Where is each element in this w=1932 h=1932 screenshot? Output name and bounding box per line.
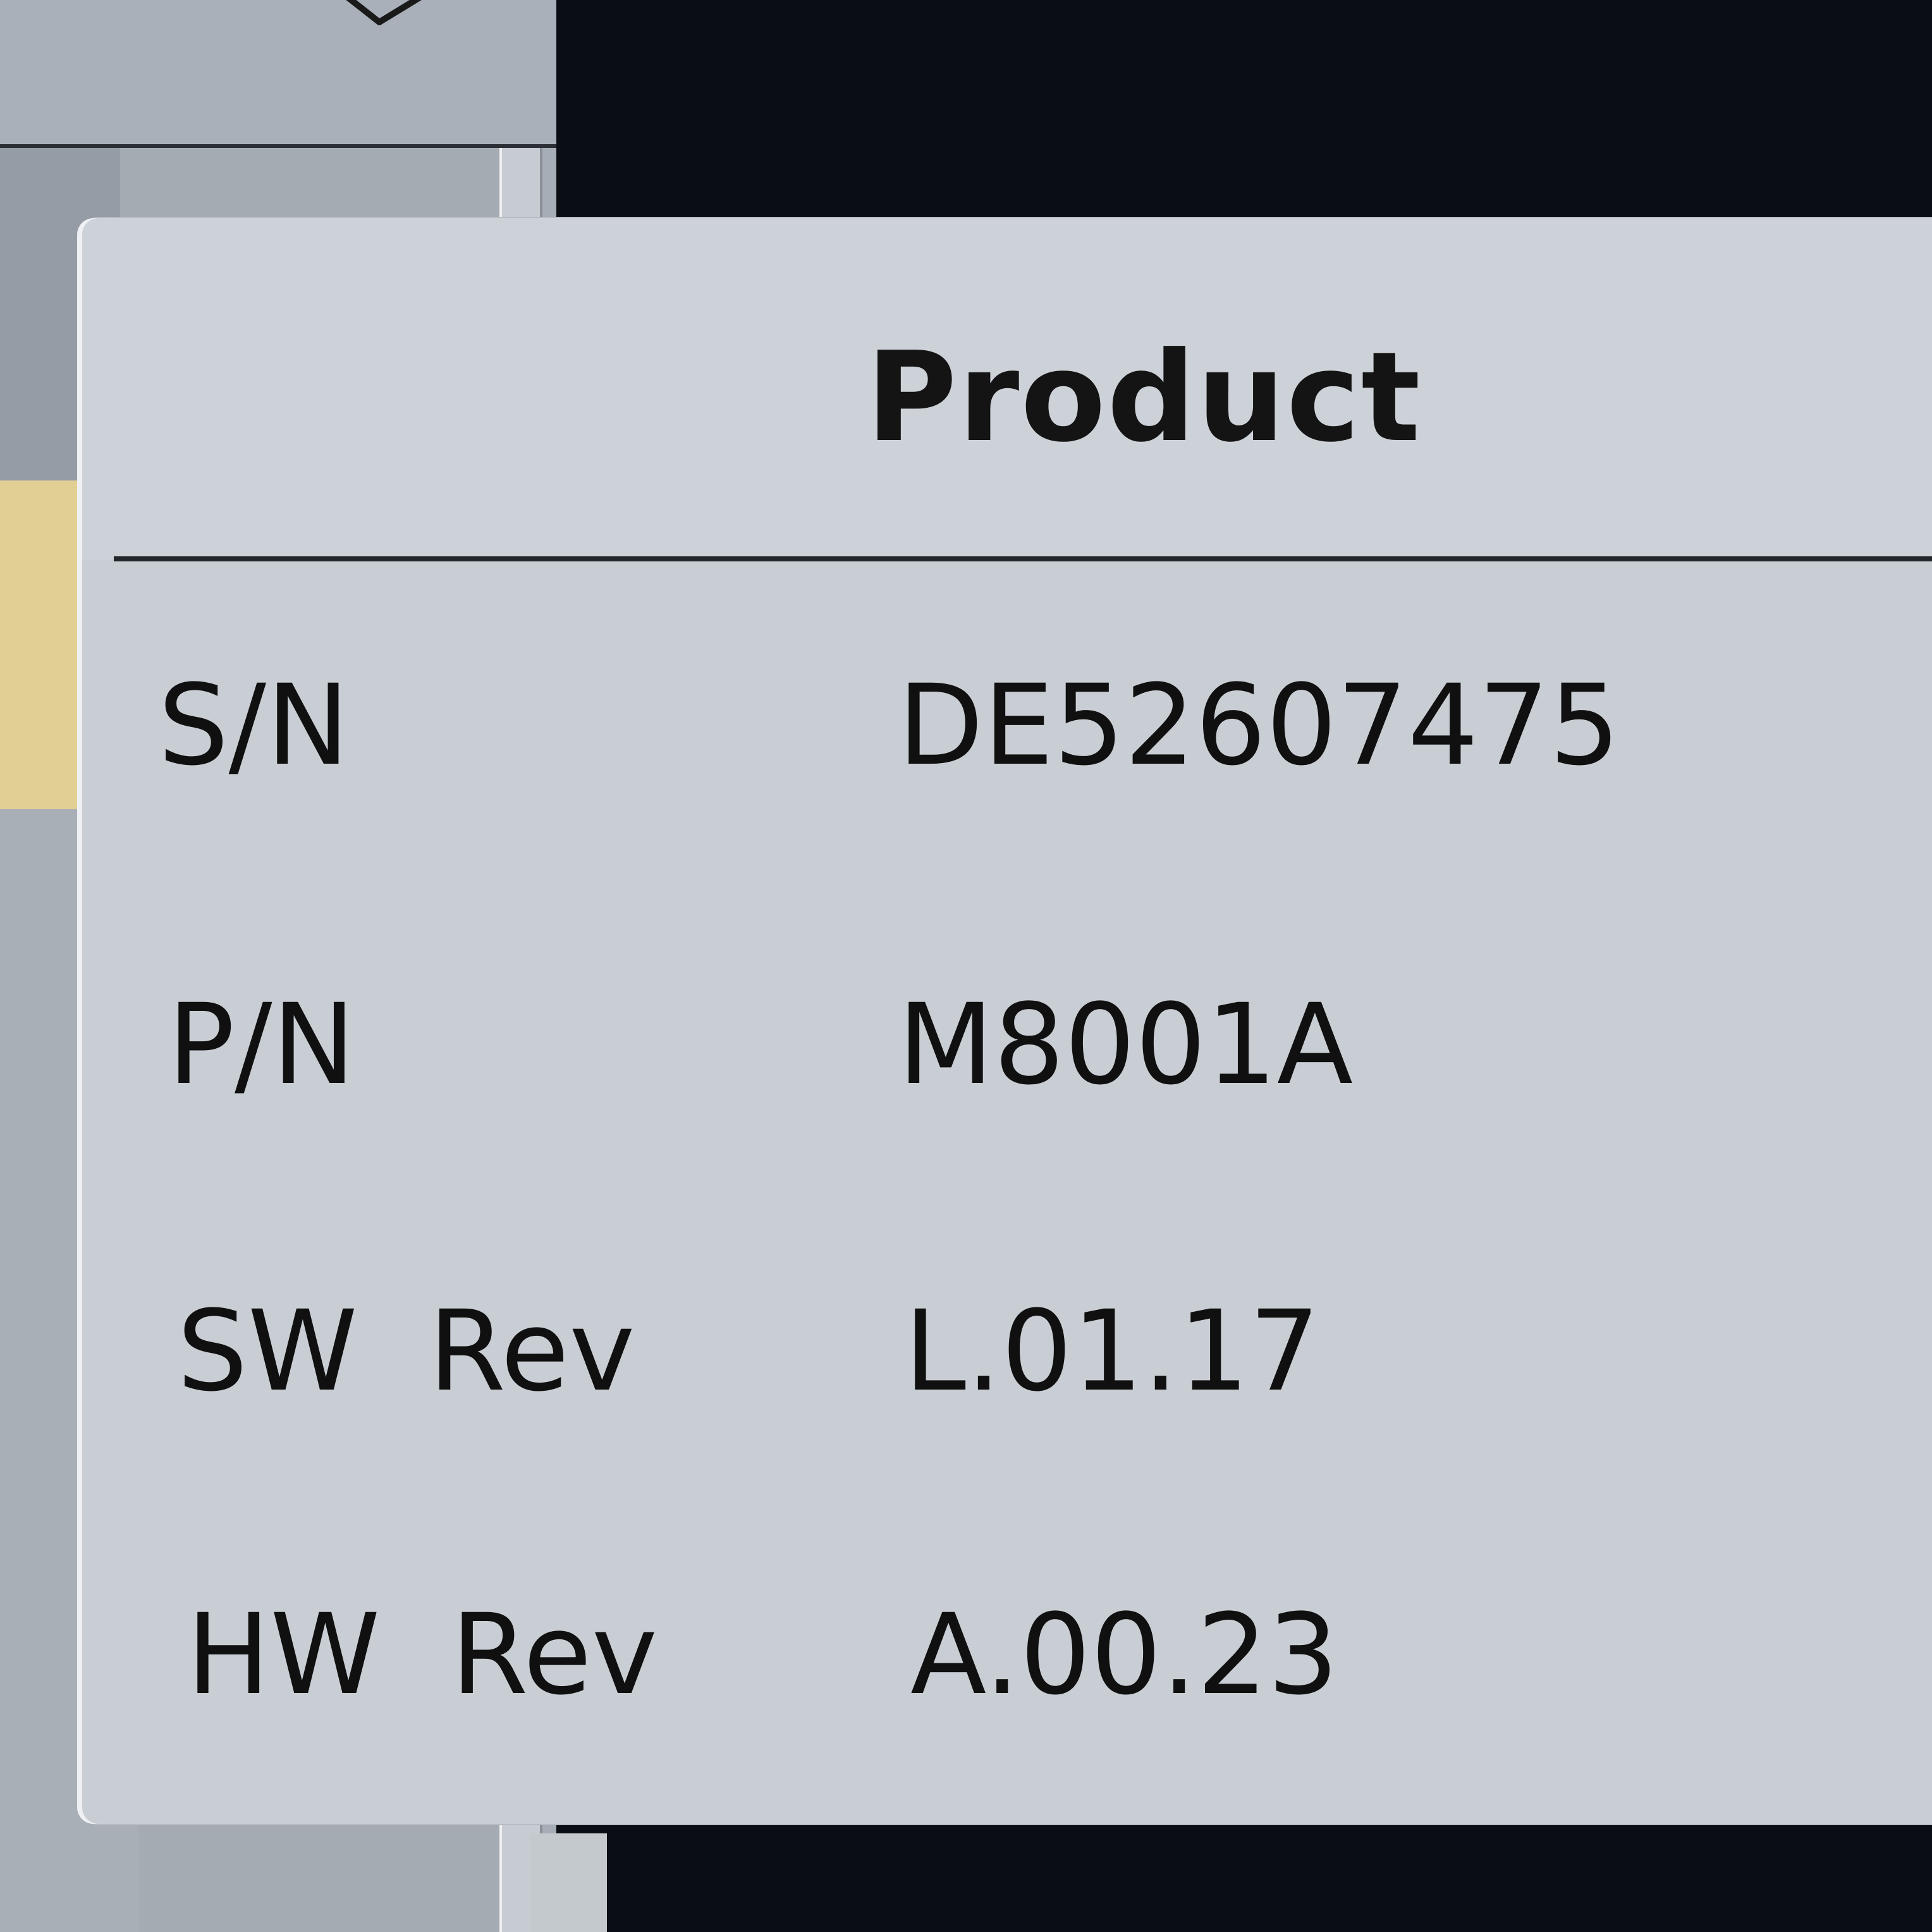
dialog-header: Product	[82, 218, 1932, 559]
screen: Product S/N DE52607475 P/N M8001A SW Rev…	[0, 0, 1932, 1932]
close-icon[interactable]	[322, 0, 449, 38]
software-revision-label: SW Rev	[177, 1287, 635, 1416]
product-info-dialog: Product S/N DE52607475 P/N M8001A SW Rev…	[82, 218, 1932, 1824]
part-number-label: P/N	[168, 980, 356, 1110]
hardware-revision-value: A.00.23	[910, 1590, 1339, 1720]
software-revision-value: L.01.17	[904, 1287, 1320, 1416]
background-window-titlebar	[0, 0, 556, 148]
dialog-title: Product	[866, 326, 1422, 470]
serial-number-value: DE52607475	[898, 661, 1620, 790]
hardware-revision-label: HW Rev	[186, 1590, 658, 1720]
part-number-value: M8001A	[898, 980, 1354, 1110]
serial-number-label: S/N	[158, 661, 350, 790]
header-divider	[114, 556, 1932, 561]
background-scrollbar-bottom	[531, 1833, 607, 1932]
